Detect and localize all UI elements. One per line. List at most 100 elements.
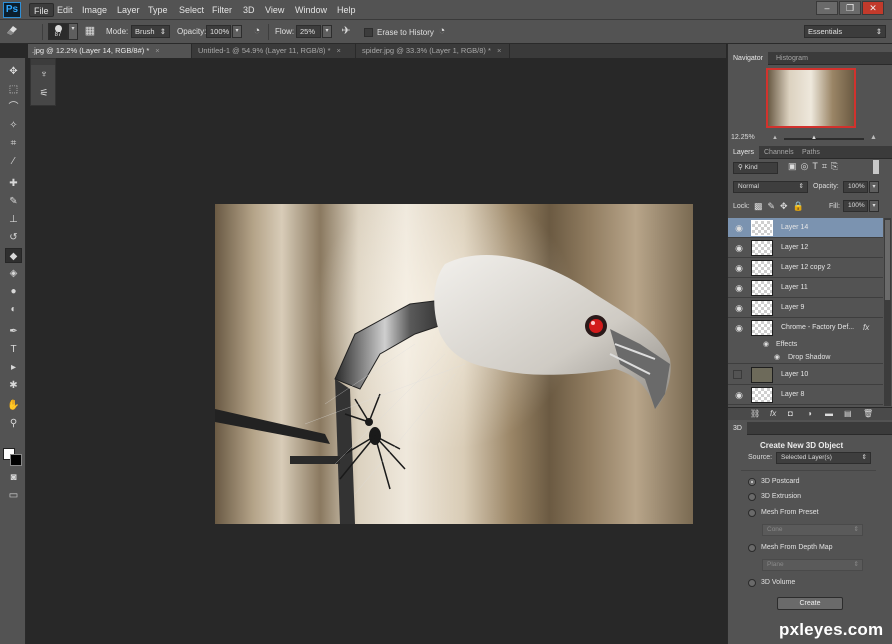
dodge-tool-icon[interactable]: ◐ — [5, 302, 22, 317]
menu-select[interactable]: Select — [175, 3, 208, 17]
zoom-out-icon[interactable]: ▲ — [772, 135, 778, 141]
new-layer-icon[interactable]: ▤ — [844, 409, 852, 418]
magic-wand-tool-icon[interactable]: ✧ — [5, 118, 22, 133]
layer-name[interactable]: Chrome - Factory Def... — [781, 324, 854, 331]
filter-toggle[interactable] — [873, 160, 879, 174]
doc-tab[interactable]: Untitled-1 @ 54.9% (Layer 11, RGB/8) * × — [194, 44, 356, 58]
tab-channels[interactable]: Channels — [759, 146, 799, 159]
path-selection-tool-icon[interactable]: ▸ — [5, 360, 22, 375]
brush-presets-icon[interactable]: ♆ — [37, 69, 51, 83]
navigator-zoom-value[interactable]: 12.25% — [731, 134, 755, 141]
menu-window[interactable]: Window — [291, 3, 331, 17]
menu-edit[interactable]: Edit — [53, 3, 77, 17]
layer-name[interactable]: Layer 9 — [781, 304, 804, 311]
lasso-tool-icon[interactable]: ⌒ — [5, 100, 22, 115]
screen-mode-icon[interactable]: ▭ — [5, 488, 22, 503]
background-color-swatch[interactable] — [10, 454, 22, 466]
zoom-slider-thumb[interactable]: ▲ — [811, 135, 817, 141]
visibility-eye-icon[interactable]: ◉ — [733, 223, 745, 233]
mode-select[interactable]: Brush ⇕ — [131, 25, 170, 38]
airbrush-icon[interactable]: ✈ — [338, 24, 354, 39]
layer-row[interactable]: ◉ Layer 11 — [728, 278, 883, 298]
blend-mode-select[interactable]: Normal ⇕ — [733, 181, 808, 193]
quick-mask-icon[interactable]: ◙ — [5, 470, 22, 485]
menu-layer[interactable]: Layer — [113, 3, 144, 17]
menu-help[interactable]: Help — [333, 3, 360, 17]
layer-name[interactable]: Layer 14 — [781, 224, 808, 231]
zoom-in-icon[interactable]: ▲ — [870, 134, 877, 141]
depth-map-select[interactable]: Plane ⇕ — [762, 559, 863, 571]
fill-field[interactable]: 100% — [843, 200, 868, 212]
close-tab-icon[interactable]: × — [497, 46, 501, 55]
layer-name[interactable]: Layer 10 — [781, 371, 808, 378]
tab-histogram[interactable]: Histogram — [771, 52, 813, 65]
tab-navigator[interactable]: Navigator — [728, 52, 768, 65]
erase-to-history-checkbox[interactable] — [364, 28, 373, 37]
effects-row[interactable]: ◉ Effects — [728, 338, 883, 351]
workspace-select[interactable]: Essentials ⇕ — [804, 25, 886, 38]
clone-stamp-tool-icon[interactable]: ⊥ — [5, 212, 22, 227]
eyedropper-tool-icon[interactable]: ⁄ — [5, 154, 22, 169]
eraser-tool-icon[interactable] — [4, 24, 20, 39]
fill-dropdown[interactable]: ▾ — [869, 200, 879, 212]
doc-tab[interactable]: spider.jpg @ 33.3% (Layer 1, RGB/8) * × — [358, 44, 510, 58]
paint-bucket-tool-icon[interactable]: ◈ — [5, 266, 22, 281]
layer-name[interactable]: Layer 12 — [781, 244, 808, 251]
hand-tool-icon[interactable]: ✋ — [5, 398, 22, 413]
close-window-button[interactable]: ✕ — [862, 1, 884, 15]
layer-row[interactable]: ◉ Layer 9 — [728, 298, 883, 318]
healing-brush-tool-icon[interactable]: ✚ — [5, 176, 22, 191]
history-brush-tool-icon[interactable]: ↺ — [5, 230, 22, 245]
restore-button[interactable]: ❐ — [839, 1, 861, 15]
close-tab-icon[interactable]: × — [155, 46, 159, 55]
blur-tool-icon[interactable]: ● — [5, 284, 22, 299]
menu-type[interactable]: Type — [144, 3, 172, 17]
move-tool-icon[interactable]: ✥ — [5, 64, 22, 79]
trash-icon[interactable]: 🗑 — [863, 409, 873, 418]
tab-3d[interactable]: 3D — [728, 422, 747, 435]
layer-name[interactable]: Layer 11 — [781, 284, 808, 291]
radio-3d-extrusion[interactable] — [748, 493, 756, 501]
layer-opacity-dropdown[interactable]: ▾ — [869, 181, 879, 193]
layer-opacity-field[interactable]: 100% — [843, 181, 868, 193]
eraser-tool-icon[interactable]: ◆ — [5, 248, 22, 263]
radio-mesh-from-depth-map[interactable] — [748, 544, 756, 552]
shape-tool-icon[interactable]: ✱ — [5, 378, 22, 393]
menu-filter[interactable]: Filter — [208, 3, 236, 17]
brush-panel-icon[interactable]: ▦ — [82, 24, 98, 39]
menu-view[interactable]: View — [261, 3, 288, 17]
create-button[interactable]: Create — [777, 597, 843, 610]
visibility-toggle-empty[interactable] — [733, 370, 742, 379]
drop-shadow-eye-icon[interactable]: ◉ — [774, 353, 780, 361]
navigator-zoom-slider[interactable] — [784, 138, 864, 140]
visibility-eye-icon[interactable]: ◉ — [733, 283, 745, 293]
pressure-opacity-icon[interactable]: ◔ — [249, 24, 265, 39]
crop-tool-icon[interactable]: ⌗ — [5, 136, 22, 151]
flow-dropdown[interactable]: ▾ — [322, 25, 332, 38]
opacity-field[interactable]: 100% — [206, 25, 231, 38]
pressure-size-icon[interactable]: ◔ — [434, 24, 450, 39]
flow-field[interactable]: 25% — [296, 25, 321, 38]
fx-icon[interactable]: fx — [863, 323, 869, 332]
visibility-eye-icon[interactable]: ◉ — [733, 303, 745, 313]
close-tab-icon[interactable]: × — [337, 46, 341, 55]
visibility-eye-icon[interactable]: ◉ — [733, 263, 745, 273]
layer-row[interactable]: ◉ Layer 8 — [728, 385, 883, 405]
menu-image[interactable]: Image — [78, 3, 111, 17]
brush-panel-toggle-icon[interactable]: ⚟ — [37, 88, 51, 102]
brush-size-preview[interactable]: 87 — [48, 23, 68, 40]
tab-paths[interactable]: Paths — [797, 146, 825, 159]
new-group-icon[interactable]: ▬ — [825, 409, 833, 418]
visibility-eye-icon[interactable]: ◉ — [733, 390, 745, 400]
layer-row[interactable]: ◉ Layer 12 — [728, 238, 883, 258]
visibility-eye-icon[interactable]: ◉ — [733, 323, 745, 333]
radio-3d-volume[interactable] — [748, 579, 756, 587]
document-image[interactable] — [215, 204, 693, 524]
layer-row[interactable]: ◉ Chrome - Factory Def... fx — [728, 318, 883, 338]
brush-tool-icon[interactable]: ✎ — [5, 194, 22, 209]
layer-name[interactable]: Layer 12 copy 2 — [781, 264, 831, 271]
type-tool-icon[interactable]: T — [5, 342, 22, 357]
add-mask-icon[interactable]: ◘ — [788, 409, 793, 418]
preset-select[interactable]: Cone ⇕ — [762, 524, 863, 536]
marquee-tool-icon[interactable]: ⬚ — [5, 82, 22, 97]
